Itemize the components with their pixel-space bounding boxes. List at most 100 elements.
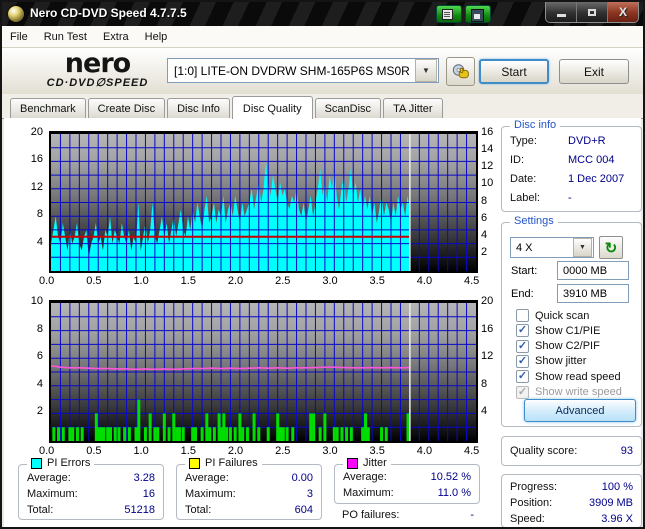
title-bar: Nero CD-DVD Speed 4.7.7.5 X xyxy=(2,2,643,27)
checkbox-show-read-speed[interactable]: ✓ Show read speed xyxy=(516,370,621,384)
x-axis-tick: 0.5 xyxy=(86,275,102,287)
chevron-down-icon[interactable]: ▼ xyxy=(573,238,592,257)
disc-date-label: Date: xyxy=(510,173,537,185)
speed-select[interactable]: 4 X ▼ xyxy=(510,237,594,258)
save-button[interactable] xyxy=(465,5,491,23)
app-icon xyxy=(8,6,24,22)
refresh-button[interactable]: ↻ xyxy=(599,236,623,259)
tab-disc-quality[interactable]: Disc Quality xyxy=(231,96,313,119)
progress-value: 100 % xyxy=(601,481,633,493)
close-icon: X xyxy=(618,5,627,19)
checkbox-label: Show C1/PIE xyxy=(535,324,601,337)
tab-ta-jitter[interactable]: TA Jitter xyxy=(383,98,443,118)
checkbox-label: Show read speed xyxy=(535,370,621,383)
pi-errors-total-value: 51218 xyxy=(124,504,155,516)
position-value: 3909 MB xyxy=(588,497,633,509)
tab-benchmark[interactable]: Benchmark xyxy=(10,98,86,118)
eject-button[interactable] xyxy=(446,57,475,86)
checkbox-icon[interactable]: ✓ xyxy=(516,339,529,353)
checkbox-label: Show write speed xyxy=(535,386,622,398)
y-axis-tick: 4 xyxy=(36,235,43,248)
checkbox-label: Quick scan xyxy=(535,309,590,322)
checkbox-icon[interactable] xyxy=(516,309,529,322)
drive-select[interactable]: [1:0] LITE-ON DVDRW SHM-165P6S MS0R ▼ xyxy=(167,58,439,83)
disc-info-title: Disc info xyxy=(510,119,561,131)
disc-id-label: ID: xyxy=(510,154,525,166)
tab-disc-info[interactable]: Disc Info xyxy=(167,98,230,118)
pi-errors-legend-title: PI Errors xyxy=(27,457,95,469)
disc-label-value: - xyxy=(568,192,572,204)
checkbox-show-c1-pie[interactable]: ✓ Show C1/PIE xyxy=(516,324,601,338)
checkbox-show-jitter[interactable]: ✓ Show jitter xyxy=(516,354,587,368)
po-failures-value: - xyxy=(470,509,474,521)
pi-failures-maximum-label: Maximum: xyxy=(185,488,236,500)
menu-run-test[interactable]: Run Test xyxy=(36,28,95,46)
x-axis-tick: 4.5 xyxy=(464,275,480,287)
start-button[interactable]: Start xyxy=(479,59,549,84)
jitter-swatch-icon xyxy=(347,457,358,469)
close-button[interactable]: X xyxy=(608,2,638,22)
x-axis-tick: 3.0 xyxy=(322,275,338,287)
minimize-button[interactable] xyxy=(546,2,577,22)
checkbox-icon[interactable]: ✓ xyxy=(516,324,529,338)
pi-errors-chart xyxy=(49,131,478,273)
checkbox-label: Show jitter xyxy=(535,355,587,368)
report-icon xyxy=(442,9,453,20)
minimize-icon xyxy=(556,13,566,17)
pi-failures-chart xyxy=(49,300,478,443)
pi-failures-total-label: Total: xyxy=(185,504,212,516)
disc-info-box: Disc info Type: DVD+R ID: MCC 004 Date: 1 D… xyxy=(501,119,642,212)
exit-button[interactable]: Exit xyxy=(559,59,629,84)
x-axis-tick: 2.0 xyxy=(227,275,244,287)
window-controls: X xyxy=(545,2,639,23)
x-axis-tick: 4.0 xyxy=(416,275,433,287)
maximize-button[interactable] xyxy=(577,2,608,22)
cdspeed-logo-text: CD·DVD∅SPEED xyxy=(46,77,149,89)
toolbar: nero CD·DVD∅SPEED [1:0] LITE-ON DVDRW SH… xyxy=(2,48,643,94)
disc-type-label: Type: xyxy=(510,135,537,147)
y-axis-tick: 2 xyxy=(36,405,43,418)
checkbox-quick-scan[interactable]: Quick scan xyxy=(516,309,589,322)
x-axis-tick: 0.0 xyxy=(39,275,55,287)
jitter-legend-title: Jitter xyxy=(343,457,391,469)
app-window: Nero CD-DVD Speed 4.7.7.5 X File Run Tes… xyxy=(0,0,645,529)
x-axis-tick: 1.0 xyxy=(133,275,149,287)
y-axis-tick: 20 xyxy=(30,126,43,138)
pi-failures-total-value: 604 xyxy=(294,504,313,516)
end-field[interactable]: 3910 MB xyxy=(557,284,629,303)
checkbox-label: Show C2/PIF xyxy=(535,340,600,353)
x-axis-tick: 3.5 xyxy=(369,275,385,287)
start-field[interactable]: 0000 MB xyxy=(557,261,629,280)
speed-value: 3.96 X xyxy=(601,513,633,525)
pi-failures-maximum-value: 3 xyxy=(306,488,313,500)
report-button[interactable] xyxy=(436,5,462,23)
checkbox-icon[interactable]: ✓ xyxy=(516,370,529,384)
y-axis-tick: 16 xyxy=(30,153,43,166)
po-failures-row: PO failures: - xyxy=(342,509,474,521)
x-axis-tick: 1.0 xyxy=(133,445,149,457)
tab-scandisc[interactable]: ScanDisc xyxy=(314,98,382,118)
y-axis-tick: 10 xyxy=(30,295,43,307)
menu-help[interactable]: Help xyxy=(137,28,176,46)
po-failures-label: PO failures: xyxy=(342,509,400,521)
quality-score-label: Quality score: xyxy=(510,445,578,457)
pi-errors-legend-box: PI Errors Average: 3.28 Maximum: 16 Total:… xyxy=(18,457,164,520)
checkbox-show-write-speed: ✓ Show write speed xyxy=(516,385,622,399)
advanced-button[interactable]: Advanced xyxy=(524,399,636,422)
end-field-label: End: xyxy=(511,288,534,300)
x-axis-tick: 4.5 xyxy=(464,445,480,457)
checkbox-icon[interactable]: ✓ xyxy=(516,354,529,368)
menu-file[interactable]: File xyxy=(2,28,36,46)
x-axis-tick: 2.5 xyxy=(275,445,291,457)
checkbox-show-c2-pif[interactable]: ✓ Show C2/PIF xyxy=(516,339,600,353)
pi-errors-maximum-value: 16 xyxy=(142,488,155,500)
chevron-down-icon[interactable]: ▼ xyxy=(415,59,437,82)
jitter-average-label: Average: xyxy=(343,471,387,483)
pi-failures-average-label: Average: xyxy=(185,472,229,484)
pi-failures-legend-title: PI Failures xyxy=(185,457,262,469)
tab-create-disc[interactable]: Create Disc xyxy=(87,98,166,118)
menu-extra[interactable]: Extra xyxy=(95,28,137,46)
pi-errors-maximum-label: Maximum: xyxy=(27,488,78,500)
jitter-average-value: 10.52 % xyxy=(430,471,471,483)
x-axis-tick: 4.0 xyxy=(416,445,433,457)
